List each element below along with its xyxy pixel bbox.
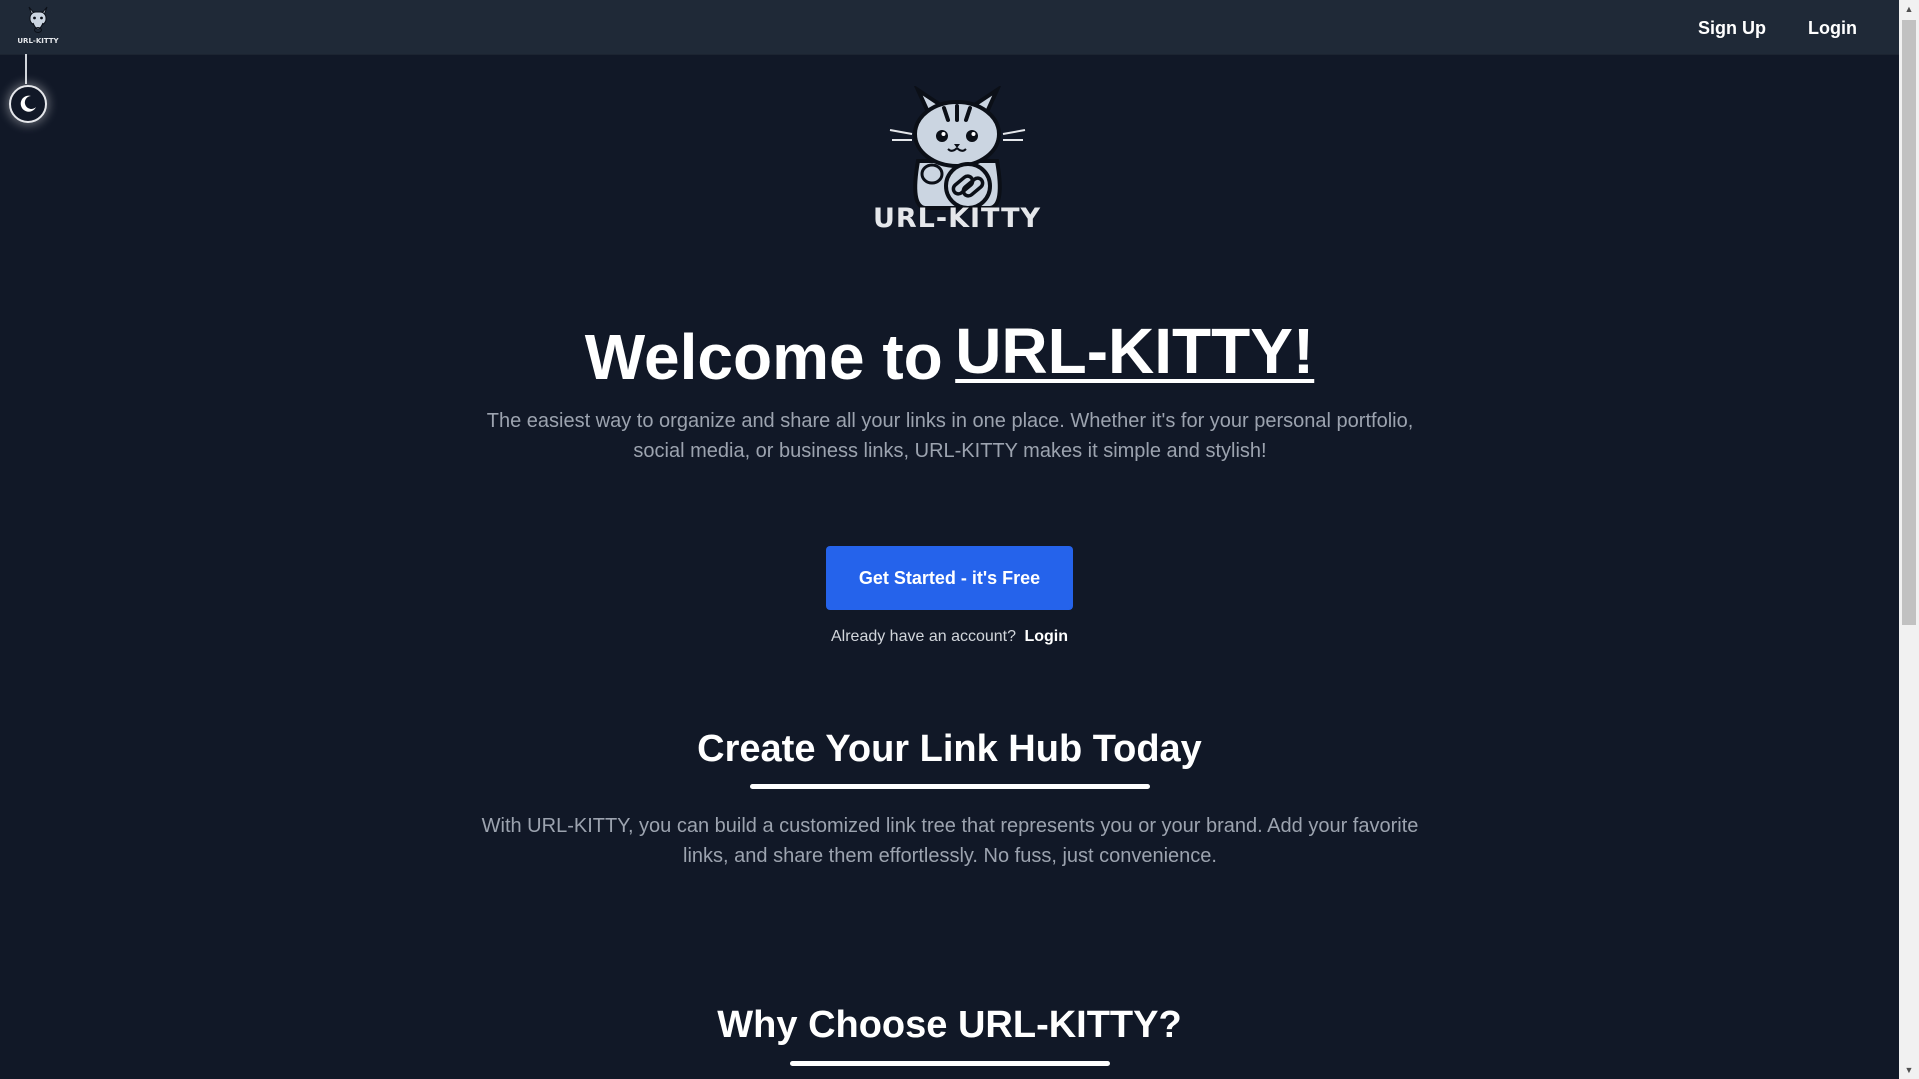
kitty-mascot-icon: URL-KITTY [873, 84, 1041, 234]
nav-login-link[interactable]: Login [1808, 18, 1857, 39]
kitty-logo-icon: URL-KITTY [17, 6, 60, 45]
moon-icon [20, 95, 36, 112]
theme-toggle-cord [25, 54, 27, 84]
welcome-brand: URL-KITTY! [955, 315, 1315, 387]
page: URL-KITTY Sign Up Login URL-KITTY Welcom… [0, 0, 1919, 1079]
nav-signup-link[interactable]: Sign Up [1698, 18, 1766, 39]
nav-logo-text: URL-KITTY [17, 37, 59, 45]
already-account-text: Already have an account? [830, 628, 1016, 645]
scroll-up-arrow-icon[interactable]: ▲ [1899, 0, 1919, 18]
create-section-underline [750, 784, 1150, 789]
create-section-title: Create Your Link Hub Today [697, 728, 1202, 770]
nav-logo[interactable]: URL-KITTY [14, 3, 62, 45]
create-section-description: With URL-KITTY, you can build a customiz… [481, 815, 1419, 867]
why-section-title: Why Choose URL-KITTY? [717, 1004, 1182, 1046]
get-started-button[interactable]: Get Started - it's Free [826, 546, 1073, 610]
page-scrollbar[interactable]: ▲ ▼ [1899, 0, 1919, 1079]
hero-logo: URL-KITTY [870, 84, 1045, 234]
welcome-heading: Welcome to URL-KITTY! [0, 315, 1899, 394]
nav-links: Sign Up Login [1698, 0, 1857, 56]
theme-toggle-button[interactable] [9, 85, 47, 123]
hero-description: The easiest way to organize and share al… [486, 410, 1414, 462]
welcome-prefix: Welcome to [584, 321, 943, 393]
scroll-thumb[interactable] [1902, 20, 1916, 625]
already-account-line: Already have an account? Login [0, 628, 1899, 646]
top-navbar: URL-KITTY Sign Up Login [0, 0, 1899, 55]
already-login-link[interactable]: Login [1024, 628, 1068, 645]
scroll-down-arrow-icon[interactable]: ▼ [1899, 1061, 1919, 1079]
hero-logo-text: URL-KITTY [873, 203, 1041, 231]
why-section-underline [790, 1061, 1110, 1066]
